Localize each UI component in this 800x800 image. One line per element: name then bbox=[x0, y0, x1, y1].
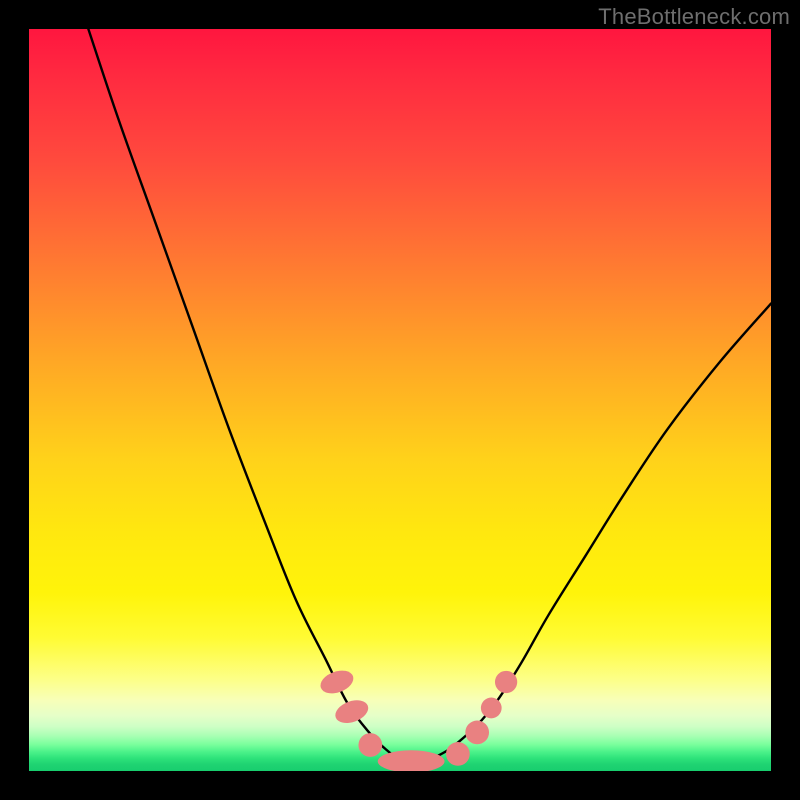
data-markers bbox=[29, 29, 771, 771]
plot-area bbox=[29, 29, 771, 771]
watermark-text: TheBottleneck.com bbox=[598, 4, 790, 30]
marker-4 bbox=[446, 742, 470, 766]
marker-3 bbox=[378, 750, 445, 771]
chart-frame: TheBottleneck.com bbox=[0, 0, 800, 800]
marker-2 bbox=[358, 733, 382, 757]
marker-0 bbox=[317, 666, 356, 697]
marker-6 bbox=[481, 698, 502, 719]
marker-5 bbox=[465, 721, 489, 745]
marker-1 bbox=[332, 696, 371, 727]
marker-7 bbox=[495, 671, 517, 693]
